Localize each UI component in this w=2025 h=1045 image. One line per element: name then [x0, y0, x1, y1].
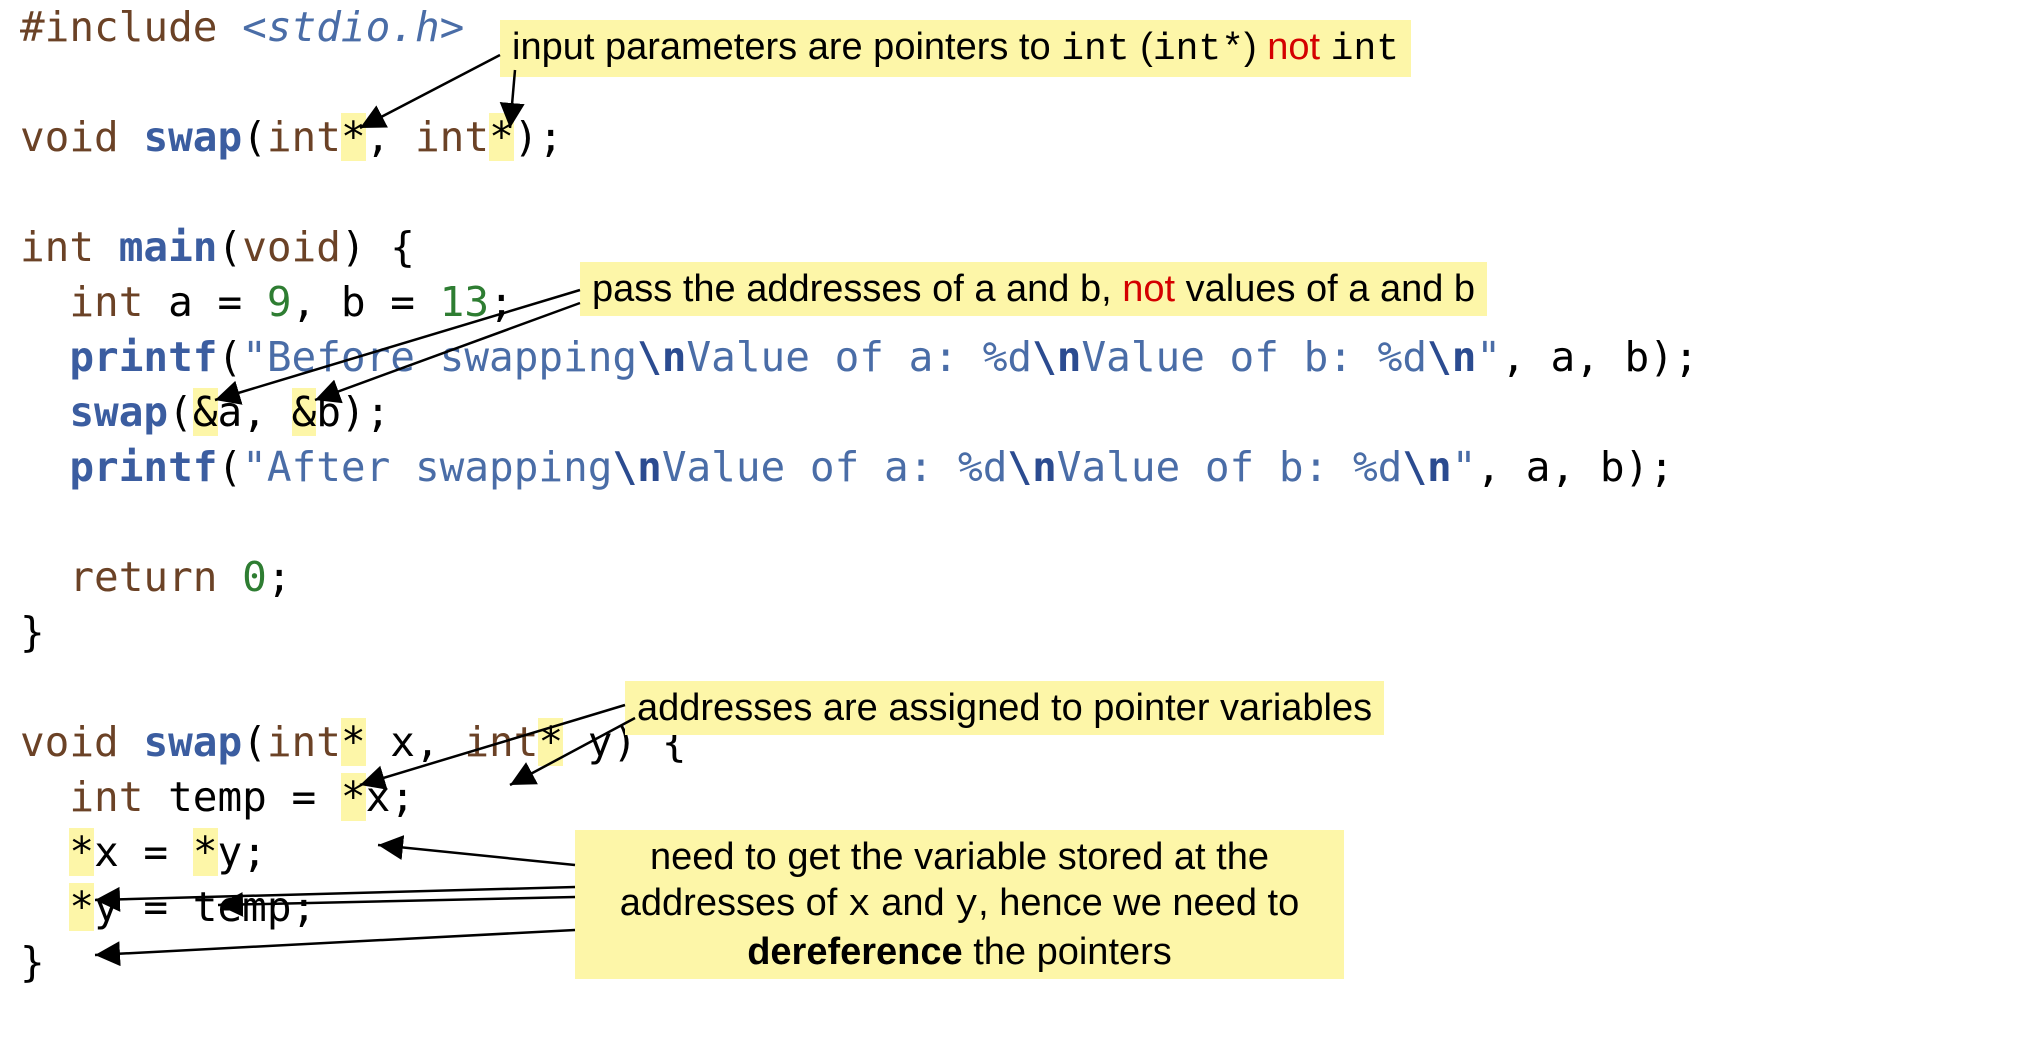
keyword-void: void [242, 223, 341, 271]
callout-pointer-params: input parameters are pointers to int (in… [500, 20, 1411, 77]
include-header: <stdio.h> [242, 3, 464, 51]
fn-printf: printf [69, 443, 217, 491]
fn-main: main [119, 223, 218, 271]
fn-printf: printf [69, 333, 217, 381]
preprocessor: #include [20, 3, 217, 51]
deref-star: * [69, 883, 94, 931]
fn-swap-def: swap [143, 718, 242, 766]
type-int: int [267, 113, 341, 161]
deref-star: * [69, 828, 94, 876]
keyword-int: int [69, 773, 143, 821]
pointer-star-2: * [489, 113, 514, 161]
address-of-b: & [292, 388, 317, 436]
deref-star: * [193, 828, 218, 876]
address-of-a: & [193, 388, 218, 436]
type-int: int [267, 718, 341, 766]
type-int: int [415, 113, 489, 161]
callout-addresses-assigned: addresses are assigned to pointer variab… [625, 681, 1384, 735]
keyword-int: int [69, 278, 143, 326]
literal-13: 13 [440, 278, 489, 326]
pointer-star-1: * [341, 113, 366, 161]
literal-0: 0 [242, 553, 267, 601]
callout-pass-addresses: pass the addresses of a and b, not value… [580, 262, 1487, 316]
keyword-int: int [20, 223, 94, 271]
fn-swap-call: swap [69, 388, 168, 436]
deref-star: * [341, 773, 366, 821]
type-int: int [464, 718, 538, 766]
annotated-code-diagram: #include <stdio.h> void swap(int*, int*)… [0, 0, 2025, 1011]
literal-9: 9 [267, 278, 292, 326]
pointer-star-x: * [341, 718, 366, 766]
fn-swap-decl: swap [143, 113, 242, 161]
keyword-return: return [69, 553, 217, 601]
pointer-star-y: * [538, 718, 563, 766]
callout-dereference: need to get the variable stored at the a… [575, 830, 1344, 979]
keyword-void: void [20, 718, 119, 766]
keyword-void: void [20, 113, 119, 161]
